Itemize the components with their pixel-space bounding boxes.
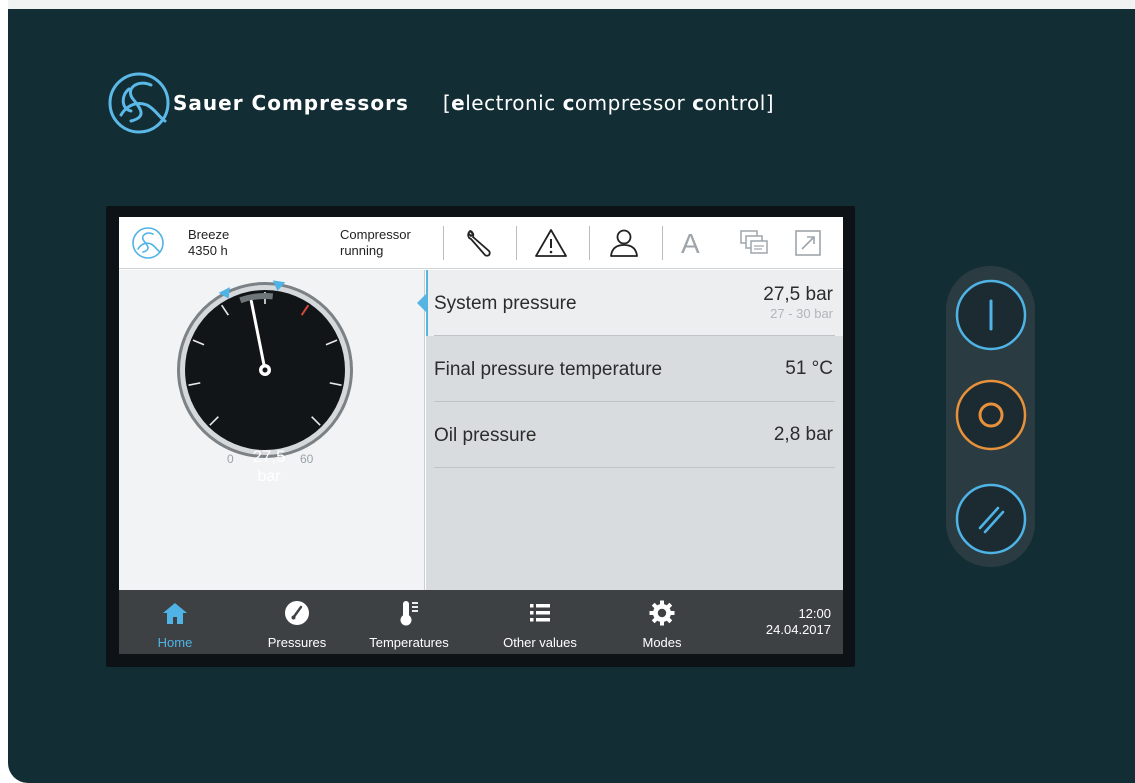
value-row-system-pressure[interactable]: System pressure 27,5 bar 27 - 30 bar [426, 270, 843, 336]
list-icon [530, 604, 550, 622]
nav-home[interactable]: Home [137, 590, 213, 654]
mode-info: Breeze 4350 h [188, 227, 229, 259]
start-button[interactable] [954, 278, 1028, 352]
time: 12:00 [798, 606, 831, 621]
nav-pressures[interactable]: Pressures [257, 590, 337, 654]
value-reading: 2,8 bar [773, 424, 833, 445]
pressure-gauge [177, 280, 353, 458]
selection-pointer [417, 294, 426, 312]
emergency-button[interactable] [954, 482, 1028, 556]
fan-logo-icon [132, 227, 164, 259]
nav-other-values[interactable]: Other values [491, 590, 589, 654]
sauer-logo-icon [108, 72, 170, 134]
pressure-gauge-panel: 0 60 27,5 bar [119, 270, 425, 590]
operating-hours: 4350 h [188, 243, 228, 258]
separator [589, 226, 590, 260]
value-row-final-pressure-temperature[interactable]: Final pressure temperature 51 °C [426, 336, 843, 402]
value-list: System pressure 27,5 bar 27 - 30 bar Fin… [417, 270, 843, 590]
user-icon[interactable] [606, 225, 642, 261]
wrench-icon[interactable] [461, 225, 497, 261]
nav-temperatures[interactable]: Temperatures [357, 590, 461, 654]
language-icon[interactable] [736, 225, 772, 261]
selection-indicator [426, 270, 428, 336]
value-reading: 51 °C [785, 358, 833, 379]
bottom-navigation: Home Pressures Temperatures Other values… [119, 590, 843, 654]
separator [443, 226, 444, 260]
gauge-unit: bar [257, 468, 281, 485]
setpoint-range: 27 - 30 bar [770, 306, 833, 321]
separator [662, 226, 663, 260]
stop-button[interactable] [954, 378, 1028, 452]
value-row-oil-pressure[interactable]: Oil pressure 2,8 bar [426, 402, 843, 468]
compressor-status: Compressor running [340, 227, 411, 258]
gauge-value: 27,5 [252, 447, 286, 466]
gauge-icon [285, 601, 309, 625]
warning-icon[interactable] [533, 225, 569, 261]
date: 24.04.2017 [765, 622, 831, 637]
separator [516, 226, 517, 260]
nav-modes[interactable]: Modes [627, 590, 697, 654]
home-icon [163, 603, 187, 624]
value-reading: 27,5 bar [763, 284, 833, 305]
thermometer-icon [400, 601, 418, 626]
gear-icon [649, 600, 675, 626]
expand-icon[interactable] [790, 225, 826, 261]
top-edge-strip [8, 0, 1135, 9]
brand-tagline: [electronic compressor control] [442, 91, 775, 115]
divider [434, 467, 835, 468]
clock: 12:00 24.04.2017 [766, 606, 831, 638]
touch-display: Breeze 4350 h Compressor running A 0 60 … [119, 217, 843, 654]
hardware-button-panel [946, 266, 1035, 567]
status-bar: Breeze 4350 h Compressor running A [119, 217, 843, 269]
brand-header: Sauer Compressors [electronic compressor… [107, 68, 774, 138]
brand-name: Sauer Compressors [173, 91, 409, 115]
font-icon[interactable]: A [681, 228, 717, 264]
mode-name: Breeze [188, 227, 230, 242]
